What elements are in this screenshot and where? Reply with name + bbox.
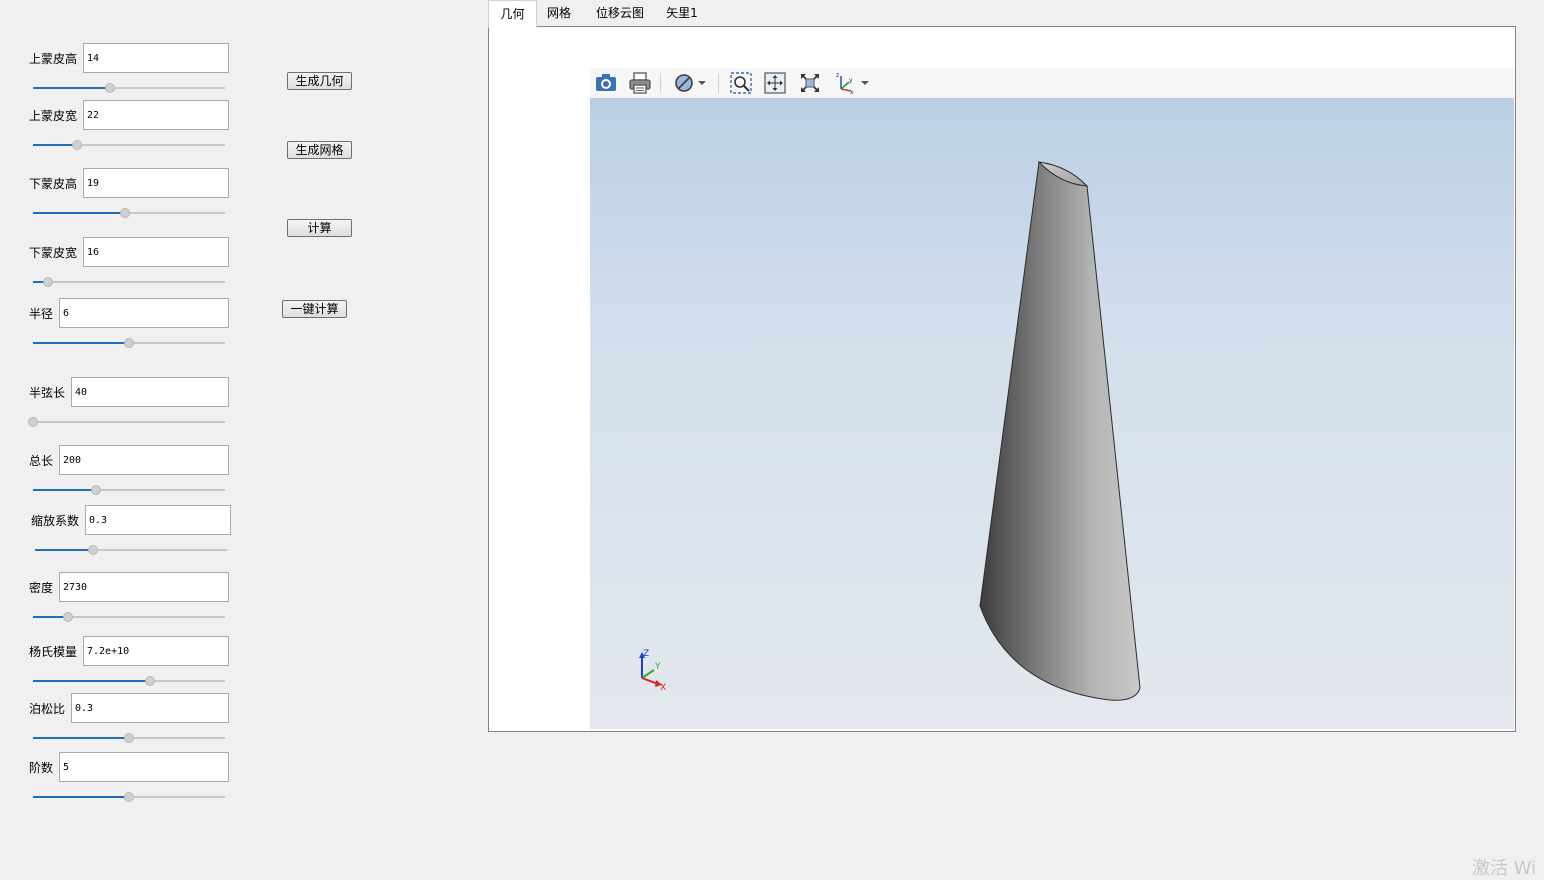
slider-thumb[interactable] (91, 485, 102, 495)
axis-triad: Z Y X (639, 649, 666, 692)
tab-displacement-contour[interactable]: 位移云图 (590, 2, 650, 26)
slider-thumb[interactable] (104, 83, 115, 93)
total-length-input[interactable] (59, 445, 229, 475)
axis-label-z: Z (643, 649, 649, 659)
slider-fill (33, 212, 126, 214)
slider-thumb[interactable] (145, 676, 156, 686)
upper-skin-height-input[interactable] (83, 43, 229, 73)
youngs-modulus-slider[interactable] (33, 675, 225, 687)
order-slider[interactable] (33, 791, 225, 803)
total-length-slider[interactable] (33, 484, 225, 496)
slider-thumb[interactable] (124, 733, 134, 743)
tab-geometry[interactable]: 几何 (488, 0, 537, 28)
poisson-ratio-slider[interactable] (33, 732, 225, 744)
upper-skin-height-slider[interactable] (33, 82, 225, 94)
youngs-modulus-input[interactable] (83, 636, 229, 666)
scale-factor-input[interactable] (85, 505, 231, 535)
generate-geometry-button[interactable]: 生成几何 (287, 72, 352, 90)
slider-thumb[interactable] (124, 338, 134, 348)
lower-skin-width-input[interactable] (83, 237, 229, 267)
os-activation-watermark: 激活 Wi (1472, 858, 1537, 879)
tab-bar: 几何 网格 位移云图 矢里1 (488, 0, 788, 28)
slider-fill (33, 737, 129, 739)
slider-fill (33, 87, 110, 89)
slider-fill (33, 796, 129, 798)
slider-thumb[interactable] (28, 417, 38, 427)
scale-factor-slider[interactable] (35, 544, 227, 556)
3d-viewport[interactable]: z y x Z Y X (590, 68, 1514, 729)
slider-thumb[interactable] (120, 208, 131, 218)
param-label-lower-skin-width: 下蒙皮宽 (29, 246, 78, 260)
half-chord-input[interactable] (71, 377, 229, 407)
param-label-radius: 半径 (29, 307, 54, 321)
lower-skin-height-input[interactable] (83, 168, 229, 198)
upper-skin-width-input[interactable] (83, 100, 229, 130)
slider-thumb[interactable] (72, 140, 83, 150)
slider-fill (35, 549, 93, 551)
slider-fill (33, 680, 151, 682)
upper-skin-width-slider[interactable] (33, 139, 225, 151)
one-click-compute-button[interactable]: 一键计算 (282, 300, 347, 318)
tab-vector[interactable]: 矢里1 (662, 2, 702, 26)
slider-track (33, 421, 225, 423)
slider-thumb[interactable] (124, 792, 134, 802)
param-label-density: 密度 (29, 581, 54, 595)
slider-thumb[interactable] (62, 612, 73, 622)
param-label-youngs-modulus: 杨氏模量 (29, 645, 78, 659)
axis-label-x: X (660, 683, 666, 692)
slider-fill (33, 489, 97, 491)
param-label-order: 阶数 (29, 761, 54, 775)
slider-thumb[interactable] (87, 545, 98, 555)
density-slider[interactable] (33, 611, 225, 623)
param-label-upper-skin-height: 上蒙皮高 (29, 52, 78, 66)
slider-fill (33, 144, 78, 146)
compute-button[interactable]: 计算 (287, 219, 352, 237)
density-input[interactable] (59, 572, 229, 602)
poisson-ratio-input[interactable] (71, 693, 229, 723)
param-label-upper-skin-width: 上蒙皮宽 (29, 109, 78, 123)
param-label-lower-skin-height: 下蒙皮高 (29, 177, 78, 191)
param-label-half-chord: 半弦长 (29, 386, 66, 400)
radius-slider[interactable] (33, 337, 225, 349)
order-input[interactable] (59, 752, 229, 782)
slider-fill (33, 342, 129, 344)
param-label-poisson-ratio: 泊松比 (29, 702, 66, 716)
axis-label-y: Y (654, 662, 661, 672)
radius-input[interactable] (59, 298, 229, 328)
param-label-total-length: 总长 (29, 454, 54, 468)
lower-skin-height-slider[interactable] (33, 207, 225, 219)
slider-thumb[interactable] (43, 277, 54, 287)
param-label-scale-factor: 缩放系数 (31, 514, 80, 528)
half-chord-slider[interactable] (28, 416, 225, 428)
slider-track (33, 281, 225, 283)
lower-skin-width-slider[interactable] (33, 276, 225, 288)
generate-mesh-button[interactable]: 生成网格 (287, 141, 352, 159)
tab-mesh[interactable]: 网格 (540, 2, 578, 26)
3d-model-shape[interactable] (590, 68, 1514, 729)
